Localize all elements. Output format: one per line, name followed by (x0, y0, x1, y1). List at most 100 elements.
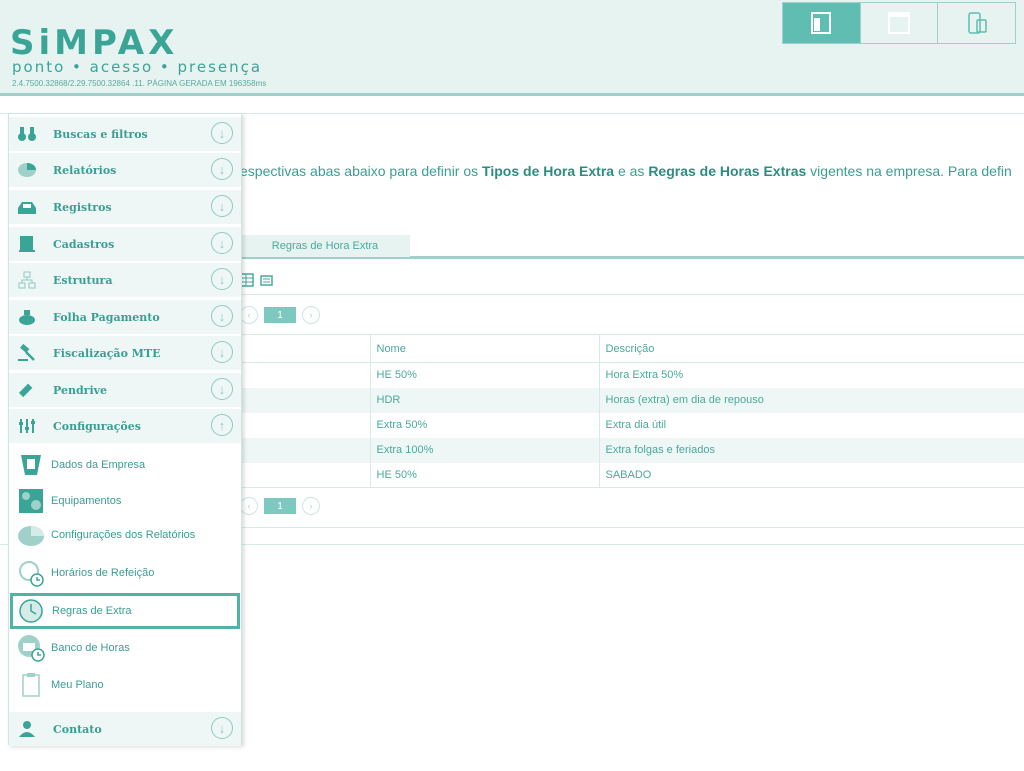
table-row[interactable]: Extra 50% Extra dia útil (240, 412, 1024, 438)
submenu-label: Horários de Refeição (51, 567, 155, 579)
view-switcher (782, 2, 1016, 44)
desktop-view-icon (811, 12, 832, 34)
app-header: SiMPAX ponto • acesso • presença 2.4.750… (0, 0, 1024, 96)
cell-nome: HE 50% (369, 362, 599, 388)
tab-regras-hora-extra[interactable]: Regras de Hora Extra (240, 235, 410, 257)
submenu-item-config-relatorios[interactable]: Configurações dos Relatórios (9, 517, 241, 553)
submenu-label: Equipamentos (51, 495, 122, 507)
report-settings-icon (18, 526, 44, 546)
menu-item-buscas[interactable]: Buscas e filtros ↓ (9, 117, 241, 151)
menu-item-relatorios[interactable]: Relatórios ↓ (9, 153, 241, 187)
overtime-rules-icon (19, 599, 43, 623)
export-icon[interactable] (260, 273, 274, 287)
binoculars-icon (18, 127, 36, 141)
menu-label: Buscas e filtros (53, 127, 148, 141)
contact-person-icon (19, 721, 35, 737)
chevron-down-icon[interactable]: ↓ (211, 232, 233, 254)
mobile-view-icon (967, 12, 987, 34)
submenu-label: Configurações dos Relatórios (51, 529, 196, 541)
toolbar-divider (240, 294, 1024, 295)
grid-icon[interactable] (240, 273, 254, 287)
intro-text: espectivas abas abaixo para definir os T… (240, 163, 1012, 179)
current-page[interactable]: 1 (264, 498, 296, 514)
cell-descricao: Horas (extra) em dia de repouso (598, 387, 1024, 413)
company-data-icon (21, 455, 41, 475)
menu-item-estrutura[interactable]: Estrutura ↓ (9, 263, 241, 297)
grid-toolbar (240, 270, 274, 290)
table-row[interactable]: HE 50% Hora Extra 50% (240, 362, 1024, 388)
chevron-up-icon[interactable]: ↑ (211, 414, 233, 436)
chevron-down-icon[interactable]: ↓ (211, 122, 233, 144)
cell-descricao: Hora Extra 50% (598, 362, 1024, 388)
tablet-view-button[interactable] (861, 3, 939, 43)
version-info: 2.4.7500.32868/2.29.7500.32864 .11. PÁGI… (12, 79, 267, 88)
cell-descricao: SABADO (598, 462, 1024, 488)
submenu-item-dados-empresa[interactable]: Dados da Empresa (9, 447, 241, 483)
cell-descricao: Extra folgas e feriados (598, 437, 1024, 463)
prev-page-button[interactable]: ‹ (240, 306, 258, 324)
next-page-button[interactable]: › (302, 497, 320, 515)
menu-item-pendrive[interactable]: Pendrive ↓ (9, 373, 241, 407)
prev-page-button[interactable]: ‹ (240, 497, 258, 515)
submenu-item-horarios-refeicao[interactable]: Horários de Refeição (9, 555, 241, 591)
column-header-descricao[interactable]: Descrição (598, 334, 1024, 363)
column-header-code (240, 334, 370, 363)
menu-label: Pendrive (53, 383, 108, 397)
menu-item-registros[interactable]: Registros ↓ (9, 190, 241, 224)
menu-label: Cadastros (53, 237, 115, 251)
menu-item-configuracoes[interactable]: Configurações ↑ (9, 409, 241, 443)
submenu-item-meu-plano[interactable]: Meu Plano (9, 667, 241, 703)
cell-nome: HE 50% (369, 462, 599, 488)
usb-drive-icon (18, 383, 33, 398)
column-header-nome[interactable]: Nome (369, 334, 599, 363)
app-logo[interactable]: SiMPAX (10, 26, 178, 60)
pager-top: ‹ 1 › (240, 304, 320, 326)
mobile-view-button[interactable] (938, 3, 1015, 43)
cell-nome: Extra 100% (369, 437, 599, 463)
menu-label: Estrutura (53, 273, 113, 287)
cell-nome: HDR (369, 387, 599, 413)
chevron-down-icon[interactable]: ↓ (211, 158, 233, 180)
submenu-item-equipamentos[interactable]: Equipamentos (9, 483, 241, 519)
menu-item-cadastros[interactable]: Cadastros ↓ (9, 227, 241, 261)
chevron-down-icon[interactable]: ↓ (211, 717, 233, 739)
org-chart-icon (18, 271, 36, 289)
plan-icon (22, 673, 40, 697)
submenu-item-regras-extra[interactable]: Regras de Extra (10, 593, 240, 629)
submenu-label: Meu Plano (51, 679, 104, 691)
hour-bank-icon (18, 635, 45, 662)
menu-label: Folha Pagamento (53, 310, 160, 324)
table-row[interactable]: HE 50% SABADO (240, 462, 1024, 488)
submenu-label: Dados da Empresa (51, 459, 146, 471)
desktop-view-button[interactable] (783, 3, 861, 43)
submenu-label: Banco de Horas (51, 642, 130, 654)
next-page-button[interactable]: › (302, 306, 320, 324)
current-page[interactable]: 1 (264, 307, 296, 323)
pager-bottom: ‹ 1 › (240, 495, 320, 517)
money-bag-icon (19, 310, 35, 325)
submenu-item-banco-horas[interactable]: Banco de Horas (9, 630, 241, 666)
pie-chart-icon (18, 163, 36, 177)
table-header-row: Nome Descrição (240, 334, 1024, 363)
chevron-down-icon[interactable]: ↓ (211, 268, 233, 290)
menu-label: Registros (53, 200, 112, 214)
table-row[interactable]: Extra 100% Extra folgas e feriados (240, 437, 1024, 463)
app-tagline: ponto • acesso • presença (12, 58, 263, 76)
menu-item-contato[interactable]: Contato ↓ (9, 712, 241, 746)
chevron-down-icon[interactable]: ↓ (211, 378, 233, 400)
cell-descricao: Extra dia útil (598, 412, 1024, 438)
chevron-down-icon[interactable]: ↓ (211, 305, 233, 327)
overtime-types-table: Nome Descrição HE 50% Hora Extra 50% HDR H… (240, 334, 1024, 488)
book-icon (19, 236, 35, 252)
menu-label: Configurações (53, 419, 141, 433)
chevron-down-icon[interactable]: ↓ (211, 341, 233, 363)
menu-item-folha[interactable]: Folha Pagamento ↓ (9, 300, 241, 334)
menu-label: Fiscalização MTE (53, 346, 161, 360)
meal-time-icon (19, 561, 44, 587)
chevron-down-icon[interactable]: ↓ (211, 195, 233, 217)
gavel-icon (18, 344, 35, 361)
table-row[interactable]: HDR Horas (extra) em dia de repouso (240, 387, 1024, 413)
menu-item-fiscalizacao[interactable]: Fiscalização MTE ↓ (9, 336, 241, 370)
sliders-icon (19, 419, 35, 433)
sidebar-menu: Buscas e filtros ↓ Relatórios ↓ Registro… (8, 113, 242, 746)
